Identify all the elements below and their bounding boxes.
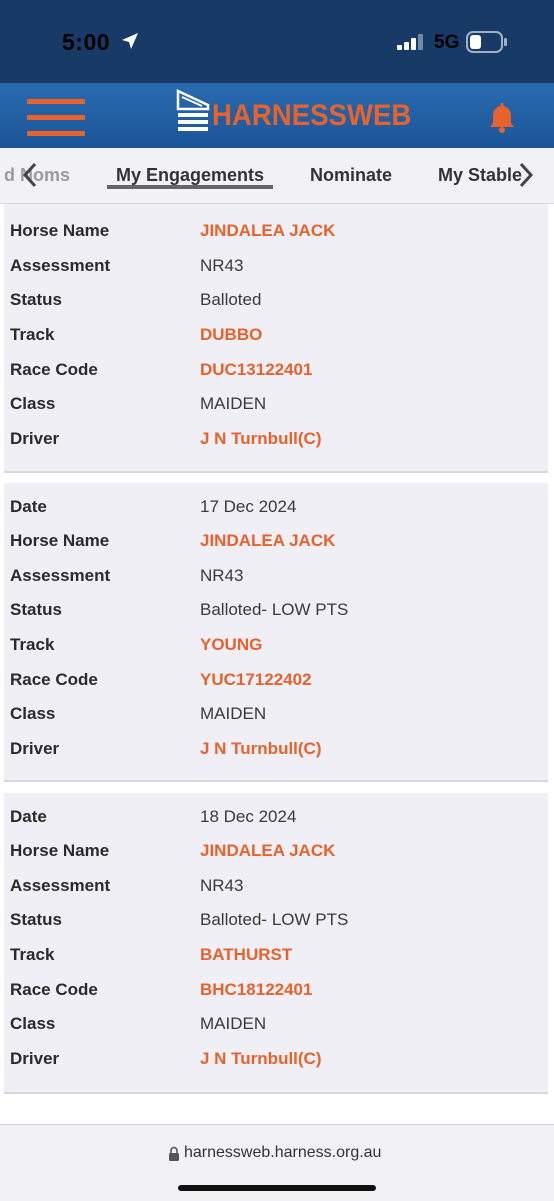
track-row: Track DUBBO bbox=[10, 325, 540, 355]
driver-label: Driver bbox=[10, 1049, 60, 1068]
status-label: Status bbox=[10, 910, 62, 929]
signal-icon bbox=[397, 34, 423, 50]
class-label: Class bbox=[10, 394, 56, 413]
horse-name-label: Horse Name bbox=[10, 841, 110, 860]
status-label: Status bbox=[10, 290, 62, 309]
track-link[interactable]: DUBBO bbox=[200, 325, 262, 345]
engagement-card: Date 17 Dec 2024 Horse Name JINDALEA JAC… bbox=[4, 483, 548, 782]
horse-name-label: Horse Name bbox=[10, 221, 110, 240]
driver-link[interactable]: J N Turnbull(C) bbox=[200, 1049, 322, 1069]
logo-icon bbox=[176, 89, 210, 131]
engagement-tabs: d Noms My Engagements Nominate My Stable bbox=[0, 148, 554, 204]
class-row: Class MAIDEN bbox=[10, 1014, 540, 1044]
assessment-label: Assessment bbox=[10, 566, 111, 585]
battery-icon bbox=[466, 31, 507, 53]
driver-row: Driver J N Turnbull(C) bbox=[10, 1049, 540, 1079]
engagement-card: Date 18 Dec 2024 Horse Name JINDALEA JAC… bbox=[4, 793, 548, 1094]
track-label: Track bbox=[10, 945, 55, 964]
class-value: MAIDEN bbox=[200, 394, 267, 413]
driver-link[interactable]: J N Turnbull(C) bbox=[200, 429, 322, 449]
date-label: Date bbox=[10, 497, 47, 516]
status-row: Status Balloted bbox=[10, 290, 540, 320]
driver-row: Driver J N Turnbull(C) bbox=[10, 739, 540, 769]
race-code-link[interactable]: YUC17122402 bbox=[200, 670, 312, 690]
race-code-label: Race Code bbox=[10, 670, 98, 689]
status-time: 5:00 bbox=[62, 29, 111, 55]
assessment-row: Assessment NR43 bbox=[10, 256, 540, 286]
assessment-row: Assessment NR43 bbox=[10, 876, 540, 906]
class-value: MAIDEN bbox=[200, 704, 267, 723]
assessment-row: Assessment NR43 bbox=[10, 566, 540, 596]
race-code-label: Race Code bbox=[10, 360, 98, 379]
class-row: Class MAIDEN bbox=[10, 394, 540, 424]
horse-name-row: Horse Name JINDALEA JACK bbox=[10, 841, 540, 871]
assessment-label: Assessment bbox=[10, 256, 111, 275]
track-link[interactable]: BATHURST bbox=[200, 945, 292, 965]
tab-my-stable[interactable]: My Stable bbox=[438, 165, 522, 186]
network-label: 5G bbox=[434, 32, 460, 53]
date-label: Date bbox=[10, 807, 47, 826]
url-text[interactable]: harnessweb.harness.org.au bbox=[184, 1144, 381, 1162]
track-label: Track bbox=[10, 635, 55, 654]
track-row: Track YOUNG bbox=[10, 635, 540, 665]
lock-icon bbox=[169, 1146, 179, 1161]
status-row: Status Balloted- LOW PTS bbox=[10, 910, 540, 940]
date-value: 18 Dec 2024 bbox=[200, 807, 297, 826]
chevron-left-icon[interactable] bbox=[22, 162, 38, 188]
driver-row: Driver J N Turnbull(C) bbox=[10, 429, 540, 459]
class-label: Class bbox=[10, 1014, 56, 1033]
status-value: Balloted- LOW PTS bbox=[200, 600, 349, 619]
tab-my-engagements[interactable]: My Engagements bbox=[116, 165, 264, 186]
assessment-value: NR43 bbox=[200, 876, 244, 895]
assessment-label: Assessment bbox=[10, 876, 111, 895]
class-value: MAIDEN bbox=[200, 1014, 267, 1033]
track-label: Track bbox=[10, 325, 55, 344]
status-row: Status Balloted- LOW PTS bbox=[10, 600, 540, 630]
race-code-row: Race Code YUC17122402 bbox=[10, 670, 540, 700]
class-label: Class bbox=[10, 704, 56, 723]
menu-icon[interactable] bbox=[27, 99, 85, 137]
race-code-label: Race Code bbox=[10, 980, 98, 999]
horse-name-link[interactable]: JINDALEA JACK bbox=[200, 841, 335, 861]
horse-name-label: Horse Name bbox=[10, 531, 110, 550]
date-value: 17 Dec 2024 bbox=[200, 497, 297, 516]
race-code-row: Race Code BHC18122401 bbox=[10, 980, 540, 1010]
horse-name-row: Horse Name JINDALEA JACK bbox=[10, 531, 540, 561]
race-code-link[interactable]: BHC18122401 bbox=[200, 980, 312, 1000]
race-code-link[interactable]: DUC13122401 bbox=[200, 360, 312, 380]
chevron-right-icon[interactable] bbox=[518, 162, 534, 188]
class-row: Class MAIDEN bbox=[10, 704, 540, 734]
location-arrow-icon bbox=[122, 33, 138, 49]
tab-nominate[interactable]: Nominate bbox=[310, 165, 392, 186]
driver-label: Driver bbox=[10, 429, 60, 448]
home-indicator[interactable] bbox=[178, 1185, 376, 1191]
status-label: Status bbox=[10, 600, 62, 619]
engagement-card: Horse Name JINDALEA JACK Assessment NR43… bbox=[4, 204, 548, 473]
active-tab-indicator bbox=[107, 185, 273, 189]
race-code-row: Race Code DUC13122401 bbox=[10, 360, 540, 390]
date-row: Date 18 Dec 2024 bbox=[10, 807, 540, 837]
track-row: Track BATHURST bbox=[10, 945, 540, 975]
date-row: Date 17 Dec 2024 bbox=[10, 497, 540, 527]
assessment-value: NR43 bbox=[200, 256, 244, 275]
assessment-value: NR43 bbox=[200, 566, 244, 585]
status-value: Balloted- LOW PTS bbox=[200, 910, 349, 929]
status-value: Balloted bbox=[200, 290, 262, 309]
driver-link[interactable]: J N Turnbull(C) bbox=[200, 739, 322, 759]
app-logo-text: HARNESSWEB bbox=[212, 99, 412, 132]
track-link[interactable]: YOUNG bbox=[200, 635, 262, 655]
driver-label: Driver bbox=[10, 739, 60, 758]
horse-name-link[interactable]: JINDALEA JACK bbox=[200, 221, 335, 241]
notification-bell-icon[interactable] bbox=[486, 102, 518, 134]
horse-name-row: Horse Name JINDALEA JACK bbox=[10, 221, 540, 251]
horse-name-link[interactable]: JINDALEA JACK bbox=[200, 531, 335, 551]
